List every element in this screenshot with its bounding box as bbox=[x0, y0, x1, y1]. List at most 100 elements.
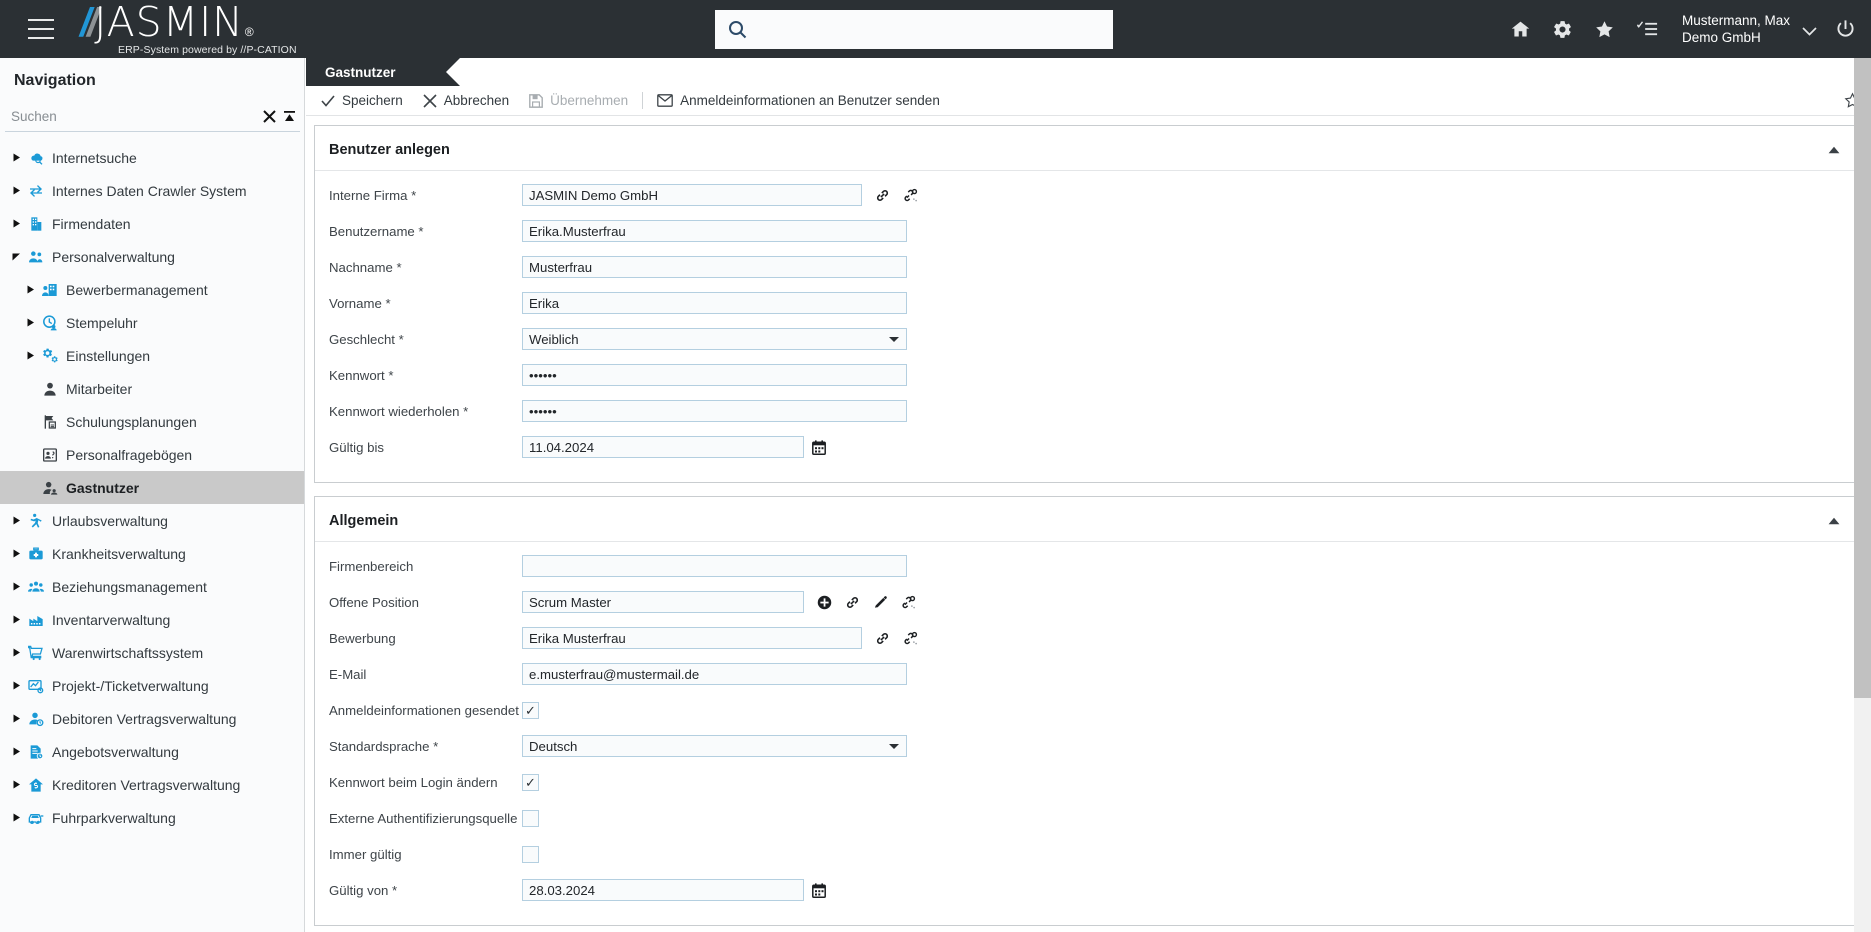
chevron-collapsed-icon[interactable] bbox=[8, 681, 24, 690]
sidebar-item-personalfrageb-gen[interactable]: Personalfragebögen bbox=[0, 438, 304, 471]
chevron-collapsed-icon[interactable] bbox=[8, 714, 24, 723]
sidebar-item-krankheitsverwaltung[interactable]: Krankheitsverwaltung bbox=[0, 537, 304, 570]
chevron-collapsed-icon[interactable] bbox=[8, 582, 24, 591]
cancel-button[interactable]: Abbrechen bbox=[413, 86, 519, 116]
page-scrollbar-thumb[interactable] bbox=[1854, 58, 1871, 698]
chevron-collapsed-icon[interactable] bbox=[8, 747, 24, 756]
link-icon[interactable] bbox=[875, 631, 890, 646]
sidebar-item-mitarbeiter[interactable]: Mitarbeiter bbox=[0, 372, 304, 405]
cancel-button-label: Abbrechen bbox=[444, 93, 509, 108]
send-login-info-button[interactable]: Anmeldeinformationen an Benutzer senden bbox=[647, 86, 950, 116]
triangle-up-icon[interactable] bbox=[1822, 510, 1846, 532]
questionnaire-icon bbox=[38, 447, 62, 463]
chevron-collapsed-icon[interactable] bbox=[8, 813, 24, 822]
collapse-all-icon[interactable] bbox=[283, 110, 296, 123]
link-settings-icon[interactable] bbox=[903, 631, 918, 646]
input-kennwort-wiederholen[interactable] bbox=[522, 400, 907, 422]
check-icon bbox=[321, 94, 335, 108]
input-kennwort[interactable] bbox=[522, 364, 907, 386]
sidebar-item-kreditoren-vertragsverwaltung[interactable]: Kreditoren Vertragsverwaltung bbox=[0, 768, 304, 801]
apply-button-label: Übernehmen bbox=[550, 93, 628, 108]
chevron-collapsed-icon[interactable] bbox=[8, 549, 24, 558]
chevron-collapsed-icon[interactable] bbox=[8, 186, 24, 195]
chevron-collapsed-icon[interactable] bbox=[22, 318, 38, 327]
chevron-collapsed-icon[interactable] bbox=[8, 219, 24, 228]
input-nachname[interactable] bbox=[522, 256, 907, 278]
checkbox-anmeldeinformationen-gesendet[interactable]: ✓ bbox=[522, 702, 539, 719]
link-icon[interactable] bbox=[875, 188, 890, 203]
form-scroll-container[interactable]: Benutzer anlegenInterne Firma *Benutzern… bbox=[306, 117, 1871, 932]
field-label-nachname: Nachname * bbox=[315, 260, 522, 275]
chevron-collapsed-icon[interactable] bbox=[22, 285, 38, 294]
sidebar-item-warenwirtschaftssystem[interactable]: Warenwirtschaftssystem bbox=[0, 636, 304, 669]
input-interne-firma[interactable] bbox=[522, 184, 862, 206]
form-row: Interne Firma * bbox=[315, 180, 1860, 210]
input-bewerbung[interactable] bbox=[522, 627, 862, 649]
panel-body: Interne Firma *Benutzername *Nachname *V… bbox=[315, 171, 1860, 482]
sidebar-item-internetsuche[interactable]: Internetsuche bbox=[0, 141, 304, 174]
gear-icon[interactable] bbox=[1542, 0, 1584, 58]
form-row: Immer gültig bbox=[315, 839, 1860, 869]
calendar-icon[interactable] bbox=[812, 883, 826, 898]
field-label-geschlecht: Geschlecht * bbox=[315, 332, 522, 347]
close-icon[interactable] bbox=[263, 110, 276, 123]
star-icon[interactable] bbox=[1584, 0, 1626, 58]
select-geschlecht[interactable]: WeiblichMännlichDivers bbox=[522, 328, 907, 350]
user-menu[interactable]: Mustermann, Max Demo GmbH bbox=[1682, 12, 1817, 46]
link-settings-icon[interactable] bbox=[901, 595, 916, 610]
global-search-input[interactable] bbox=[756, 22, 1086, 38]
chevron-collapsed-icon[interactable] bbox=[8, 153, 24, 162]
input-firmenbereich[interactable] bbox=[522, 555, 907, 577]
sidebar-item-angebotsverwaltung[interactable]: Angebotsverwaltung bbox=[0, 735, 304, 768]
sidebar-item-internes-daten-crawler-system[interactable]: Internes Daten Crawler System bbox=[0, 174, 304, 207]
applicant-icon bbox=[38, 282, 62, 298]
plus-icon[interactable] bbox=[817, 595, 832, 610]
sidebar-scrollbar[interactable] bbox=[298, 58, 304, 932]
input-benutzername[interactable] bbox=[522, 220, 907, 242]
save-button[interactable]: Speichern bbox=[311, 86, 413, 116]
app-logo[interactable]: // JASMIN ® ERP-System powered by //P-CA… bbox=[80, 2, 297, 56]
sidebar-item-beziehungsmanagement[interactable]: Beziehungsmanagement bbox=[0, 570, 304, 603]
sidebar-item-urlaubsverwaltung[interactable]: Urlaubsverwaltung bbox=[0, 504, 304, 537]
input-gültig-bis[interactable] bbox=[522, 436, 804, 458]
sidebar-item-gastnutzer[interactable]: Gastnutzer bbox=[0, 471, 304, 504]
checkbox-immer-gültig[interactable] bbox=[522, 846, 539, 863]
select-standardsprache[interactable]: DeutschEnglisch bbox=[522, 735, 907, 757]
input-vorname[interactable] bbox=[522, 292, 907, 314]
triangle-up-icon[interactable] bbox=[1822, 139, 1846, 161]
link-settings-icon[interactable] bbox=[903, 188, 918, 203]
chevron-collapsed-icon[interactable] bbox=[8, 648, 24, 657]
navigation-search[interactable] bbox=[5, 102, 300, 132]
checklist-icon[interactable] bbox=[1626, 0, 1668, 58]
navigation-search-input[interactable] bbox=[11, 109, 256, 124]
sidebar-item-einstellungen[interactable]: Einstellungen bbox=[0, 339, 304, 372]
home-icon[interactable] bbox=[1500, 0, 1542, 58]
chevron-expanded-icon[interactable] bbox=[8, 252, 24, 261]
chevron-collapsed-icon[interactable] bbox=[8, 516, 24, 525]
sidebar-item-bewerbermanagement[interactable]: Bewerbermanagement bbox=[0, 273, 304, 306]
sidebar-item-projekt-ticketverwaltung[interactable]: Projekt-/Ticketverwaltung bbox=[0, 669, 304, 702]
sidebar-item-inventarverwaltung[interactable]: Inventarverwaltung bbox=[0, 603, 304, 636]
chevron-collapsed-icon[interactable] bbox=[8, 615, 24, 624]
sidebar-item-fuhrparkverwaltung[interactable]: Fuhrparkverwaltung bbox=[0, 801, 304, 834]
sidebar-item-stempeluhr[interactable]: Stempeluhr bbox=[0, 306, 304, 339]
chevron-collapsed-icon[interactable] bbox=[8, 780, 24, 789]
power-icon[interactable] bbox=[1819, 0, 1871, 58]
checkbox-externe-authentifizierungsquelle[interactable] bbox=[522, 810, 539, 827]
pencil-icon[interactable] bbox=[873, 595, 888, 610]
sidebar-item-firmendaten[interactable]: Firmendaten bbox=[0, 207, 304, 240]
sidebar-item-schulungsplanungen[interactable]: Schulungsplanungen bbox=[0, 405, 304, 438]
input-e-mail[interactable] bbox=[522, 663, 907, 685]
link-icon[interactable] bbox=[845, 595, 860, 610]
checkbox-kennwort-beim-login-ändern[interactable]: ✓ bbox=[522, 774, 539, 791]
sidebar-item-label: Inventarverwaltung bbox=[52, 612, 170, 628]
hamburger-menu-icon[interactable] bbox=[28, 19, 54, 39]
chevron-collapsed-icon[interactable] bbox=[22, 351, 38, 360]
input-offene-position[interactable] bbox=[522, 591, 804, 613]
calendar-icon[interactable] bbox=[812, 440, 826, 455]
input-gültig-von[interactable] bbox=[522, 879, 804, 901]
tab-gastnutzer[interactable]: Gastnutzer bbox=[306, 58, 446, 86]
sidebar-item-debitoren-vertragsverwaltung[interactable]: Debitoren Vertragsverwaltung bbox=[0, 702, 304, 735]
global-search[interactable] bbox=[715, 10, 1113, 49]
sidebar-item-personalverwaltung[interactable]: Personalverwaltung bbox=[0, 240, 304, 273]
